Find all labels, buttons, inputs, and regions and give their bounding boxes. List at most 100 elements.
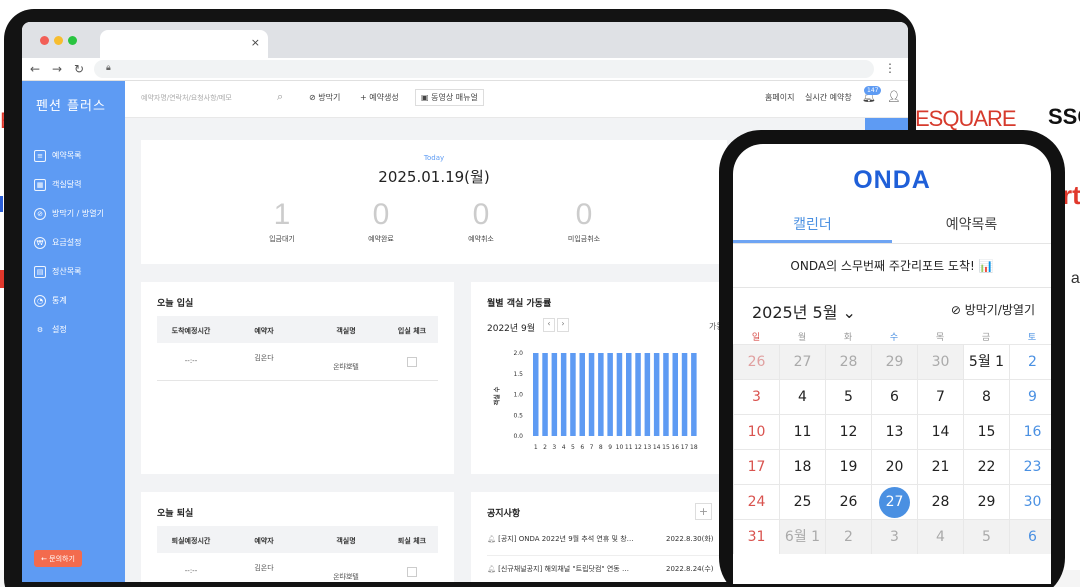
sidebar-item-settings[interactable]: ⚙ 설정 <box>34 315 104 344</box>
sidebar-item-reservations[interactable]: ≡ 예약목록 <box>34 141 104 170</box>
address-bar[interactable] <box>94 60 874 78</box>
calendar-day[interactable]: 11 <box>779 414 825 449</box>
calendar-day[interactable]: 5 <box>963 519 1009 554</box>
occupancy-bar[interactable] <box>542 353 548 436</box>
occupancy-bar[interactable] <box>570 353 576 436</box>
create-reservation-button[interactable]: + 예약생성 <box>360 92 399 103</box>
stat-confirmed[interactable]: 0 예약완료 <box>341 198 421 244</box>
tab-reservations[interactable]: 예약목록 <box>892 214 1051 234</box>
checkin-checkbox[interactable] <box>407 357 417 367</box>
block-rooms-link[interactable]: ⊘ 방막기/방열기 <box>951 301 1035 318</box>
calendar-day[interactable]: 7 <box>917 379 963 414</box>
calendar-day[interactable]: 5 <box>825 379 871 414</box>
calendar-day[interactable]: 13 <box>871 414 917 449</box>
occupancy-bar[interactable] <box>579 353 586 436</box>
calendar-day[interactable]: 6월 1 <box>779 519 825 554</box>
calendar-day[interactable]: 29 <box>963 484 1009 519</box>
calendar-day[interactable]: 5월 1 <box>963 344 1009 379</box>
occupancy-bar[interactable] <box>681 353 688 436</box>
occupancy-bar[interactable] <box>560 353 567 436</box>
calendar-day[interactable]: 31 <box>733 519 779 554</box>
tab-close-icon[interactable]: × <box>251 36 260 49</box>
calendar-day[interactable]: 14 <box>917 414 963 449</box>
back-arrow-icon[interactable]: ← <box>30 62 40 76</box>
calendar-day[interactable]: 29 <box>871 344 917 379</box>
search-input[interactable]: 예약자명/연락처/요청사항/메모 <box>141 93 232 103</box>
calendar-day[interactable]: 20 <box>871 449 917 484</box>
occupancy-bar[interactable] <box>616 353 623 436</box>
occupancy-bar[interactable] <box>663 353 669 436</box>
calendar-day[interactable]: 2 <box>825 519 871 554</box>
maximize-window-dot[interactable] <box>68 36 77 45</box>
weekly-report-banner[interactable]: ONDA의 스무번째 주간리포트 도착! 📊 <box>733 244 1051 288</box>
notices-more-button[interactable]: + <box>695 503 712 520</box>
stat-unpaid-cancel[interactable]: 0 미입금취소 <box>544 198 624 244</box>
list-item[interactable]: 🔔︎ [공지] ONDA 2022년 9월 추석 연휴 및 창… 2022.8.… <box>487 534 727 556</box>
block-rooms-button[interactable]: ⊘ 방막기 <box>309 92 340 103</box>
calendar-day[interactable]: 28 <box>825 344 871 379</box>
checkout-checkbox[interactable] <box>407 567 417 577</box>
calendar-day[interactable]: 19 <box>825 449 871 484</box>
calendar-day[interactable]: 26 <box>733 344 779 379</box>
search-icon[interactable]: ⌕ <box>277 90 283 104</box>
forward-arrow-icon[interactable]: → <box>52 62 62 76</box>
calendar-day[interactable]: 22 <box>963 449 1009 484</box>
calendar-day[interactable]: 26 <box>825 484 871 519</box>
calendar-day[interactable]: 17 <box>733 449 779 484</box>
calendar-day[interactable]: 24 <box>733 484 779 519</box>
live-booking-link[interactable]: 실시간 예약창 <box>805 92 852 103</box>
homepage-link[interactable]: 홈페이지 <box>765 92 794 103</box>
occupancy-bar[interactable] <box>626 353 632 436</box>
calendar-day[interactable]: 16 <box>1009 414 1051 449</box>
calendar-day[interactable]: 21 <box>917 449 963 484</box>
calendar-day[interactable]: 25 <box>779 484 825 519</box>
occupancy-bar[interactable] <box>672 353 679 436</box>
calendar-day[interactable]: 9 <box>1009 379 1051 414</box>
calendar-day[interactable]: 3 <box>733 379 779 414</box>
calendar-day[interactable]: 6 <box>1009 519 1051 554</box>
occupancy-bar[interactable] <box>691 353 697 436</box>
sidebar-item-rates[interactable]: ₩ 요금설정 <box>34 228 104 257</box>
sidebar-item-calendar[interactable]: ▦ 객실달력 <box>34 170 104 199</box>
sidebar-item-block-rooms[interactable]: ⊘ 방막기 / 방열기 <box>34 199 104 228</box>
stat-pending-payment[interactable]: 1 입금대기 <box>242 198 322 244</box>
calendar-day[interactable]: 18 <box>779 449 825 484</box>
sidebar-item-settlement[interactable]: ▤ 정산목록 <box>34 257 104 286</box>
calendar-day[interactable]: 28 <box>917 484 963 519</box>
app-logo[interactable]: 펜션 플러스 <box>36 95 106 114</box>
browser-menu-icon[interactable]: ⋮ <box>884 61 896 75</box>
sidebar-item-statistics[interactable]: ◔ 통계 <box>34 286 104 315</box>
close-window-dot[interactable] <box>40 36 49 45</box>
occupancy-bar[interactable] <box>533 353 539 436</box>
video-manual-button[interactable]: ▣ 동영상 매뉴얼 <box>415 89 484 106</box>
calendar-day[interactable]: 3 <box>871 519 917 554</box>
inquiry-button[interactable]: ← 문의하기 <box>34 550 82 567</box>
list-item[interactable]: 🔔︎ [신규채널공지] 해외채널 "트립닷컴" 연동 … 2022.8.24(수… <box>487 564 727 582</box>
calendar-day[interactable]: 4 <box>917 519 963 554</box>
calendar-day[interactable]: 30 <box>1009 484 1051 519</box>
calendar-day[interactable]: 30 <box>917 344 963 379</box>
user-icon[interactable]: 👤︎ <box>887 90 901 103</box>
calendar-day[interactable]: 27 <box>871 484 917 519</box>
occupancy-bar[interactable] <box>653 353 660 436</box>
tab-calendar[interactable]: 캘린더 <box>733 214 892 234</box>
browser-tab[interactable]: × <box>100 30 268 58</box>
occupancy-bar[interactable] <box>644 353 651 436</box>
month-selector[interactable]: 2025년 5월 ⌄ <box>752 299 856 323</box>
calendar-day[interactable]: 10 <box>733 414 779 449</box>
minimize-window-dot[interactable] <box>54 36 63 45</box>
calendar-day[interactable]: 6 <box>871 379 917 414</box>
selected-day[interactable]: 27 <box>879 487 910 518</box>
calendar-day[interactable]: 15 <box>963 414 1009 449</box>
stat-cancelled[interactable]: 0 예약취소 <box>441 198 521 244</box>
calendar-day[interactable]: 4 <box>779 379 825 414</box>
calendar-day[interactable]: 23 <box>1009 449 1051 484</box>
occupancy-bar[interactable] <box>588 353 595 436</box>
table-row[interactable]: --:-- 김온다 온다호텔 성인 3 <box>157 343 438 381</box>
occupancy-bar[interactable] <box>551 353 558 436</box>
occupancy-bar[interactable] <box>607 353 613 436</box>
calendar-day[interactable]: 12 <box>825 414 871 449</box>
calendar-day[interactable]: 8 <box>963 379 1009 414</box>
calendar-day[interactable]: 2 <box>1009 344 1051 379</box>
reload-icon[interactable]: ↻ <box>74 62 84 76</box>
